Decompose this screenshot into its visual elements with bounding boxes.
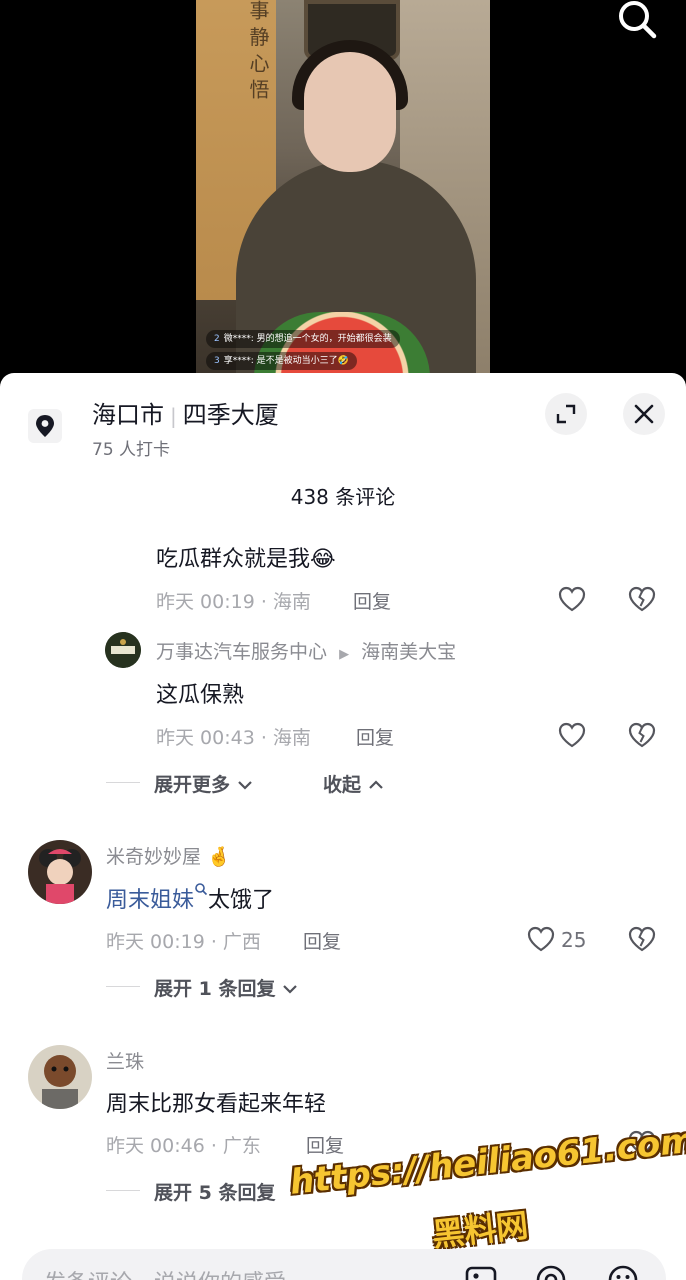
expand-replies-button[interactable]: 展开 1 条回复 <box>154 974 298 1001</box>
danmu-text: 是不是被动当小三了🤣 <box>256 356 349 366</box>
collapse-button[interactable]: 收起 <box>323 770 384 797</box>
location-title[interactable]: 海口市 | 四季大厦 <box>92 395 279 430</box>
chevron-down-icon <box>283 985 297 994</box>
chevron-down-icon <box>237 781 252 790</box>
comment-input-placeholder[interactable]: 发条评论，说说你的感受 <box>44 1265 286 1280</box>
search-icon <box>195 883 208 896</box>
avatar[interactable] <box>105 632 141 668</box>
divider-dash <box>106 1190 140 1191</box>
comment-sheet: 海口市 | 四季大厦 75 人打卡 438 条评论 吃瓜群众就是我😂 昨天 00:1… <box>0 373 686 1280</box>
danmu-message: 3 享****: 是不是被动当小三了🤣 <box>206 352 357 370</box>
image-icon[interactable] <box>464 1263 498 1280</box>
dislike-broken-heart-icon[interactable] <box>627 720 657 750</box>
comment-text[interactable]: 周末比那女看起来年轻 <box>106 1086 326 1118</box>
user-badge-icon: 🤞 <box>207 846 231 868</box>
like-heart-icon[interactable] <box>557 720 587 750</box>
like-heart-icon[interactable] <box>557 584 587 614</box>
search-icon[interactable] <box>614 0 660 40</box>
checkin-count: 75 人打卡 <box>92 440 171 460</box>
location-pin-icon[interactable] <box>28 409 62 443</box>
location-city: 海口市 <box>92 401 164 429</box>
avatar[interactable] <box>28 1045 92 1109</box>
reply-arrow-icon: ▶ <box>339 647 350 662</box>
comment-meta: 昨天 00:46 · 广东 <box>106 1135 261 1157</box>
reply-header[interactable]: 万事达汽车服务中心 ▶ 海南美大宝 <box>156 637 456 664</box>
location-place: 四季大厦 <box>182 401 279 429</box>
video-area[interactable]: 事 静 心 悟 2 微****: 男的想追一个女的，开始都很会装 3 享****: … <box>0 0 686 390</box>
reply-button[interactable]: 回复 <box>303 927 341 954</box>
reply-button[interactable]: 回复 <box>306 1131 344 1158</box>
reply-button[interactable]: 回复 <box>356 723 394 750</box>
expand-icon <box>556 404 576 424</box>
close-icon <box>634 404 654 424</box>
dislike-broken-heart-icon[interactable] <box>627 584 657 614</box>
reply-button[interactable]: 回复 <box>353 587 391 614</box>
at-mention-icon[interactable] <box>534 1263 568 1280</box>
divider-dash <box>106 782 140 783</box>
mention-link[interactable]: 周末姐妹 <box>106 888 194 913</box>
like-count: 25 <box>561 928 587 952</box>
danmu-message: 2 微****: 男的想追一个女的，开始都很会装 <box>206 330 400 348</box>
expand-replies-label: 展开 1 条回复 <box>154 978 276 1000</box>
expand-button[interactable] <box>545 393 587 435</box>
danmu-level: 2 <box>214 334 220 344</box>
danmu-user: 微****: <box>223 334 254 344</box>
watermark-name: 黑料网 <box>430 1206 530 1254</box>
comment-meta: 昨天 00:19 · 广西 <box>106 931 261 953</box>
avatar[interactable] <box>28 840 92 904</box>
comment-meta: 昨天 00:43 · 海南 <box>156 727 311 749</box>
like-heart-icon[interactable] <box>526 924 556 954</box>
emoji-icon[interactable] <box>606 1263 640 1280</box>
streamer-face <box>304 52 396 172</box>
username[interactable]: 米奇妙妙屋 <box>106 846 201 868</box>
close-button[interactable] <box>623 393 665 435</box>
comment-text[interactable]: 周末姐妹 太饿了 <box>106 882 274 914</box>
video-frame[interactable]: 事 静 心 悟 2 微****: 男的想追一个女的，开始都很会装 3 享****: … <box>196 0 490 378</box>
chevron-up-icon <box>368 780 383 789</box>
danmu-text: 男的想追一个女的，开始都很会装 <box>256 334 392 344</box>
danmu-user: 享****: <box>223 356 254 366</box>
expand-more-button[interactable]: 展开更多 <box>154 770 253 797</box>
comment-meta: 昨天 00:19 · 海南 <box>156 591 311 613</box>
expand-replies-label: 展开 5 条回复 <box>154 1182 276 1204</box>
username-row[interactable]: 米奇妙妙屋 🤞 <box>106 842 231 869</box>
expand-replies-button[interactable]: 展开 5 条回复 <box>154 1178 275 1205</box>
comment-text[interactable]: 吃瓜群众就是我😂 <box>156 541 336 573</box>
danmu-level: 3 <box>214 356 220 366</box>
reply-target-username[interactable]: 海南美大宝 <box>361 641 456 663</box>
collapse-label: 收起 <box>323 774 362 796</box>
comment-body: 太饿了 <box>208 888 275 913</box>
comment-text[interactable]: 这瓜保熟 <box>156 677 244 709</box>
username[interactable]: 万事达汽车服务中心 <box>156 641 327 663</box>
comment-count: 438 条评论 <box>290 485 396 509</box>
comment-input-bar[interactable]: 发条评论，说说你的感受 <box>22 1249 666 1280</box>
watermark-url: https://heiliao61.com <box>288 1120 686 1203</box>
divider-dash <box>106 986 140 987</box>
username[interactable]: 兰珠 <box>106 1047 144 1074</box>
dislike-broken-heart-icon[interactable] <box>627 924 657 954</box>
location-divider: | <box>170 404 177 428</box>
expand-more-label: 展开更多 <box>154 774 231 796</box>
